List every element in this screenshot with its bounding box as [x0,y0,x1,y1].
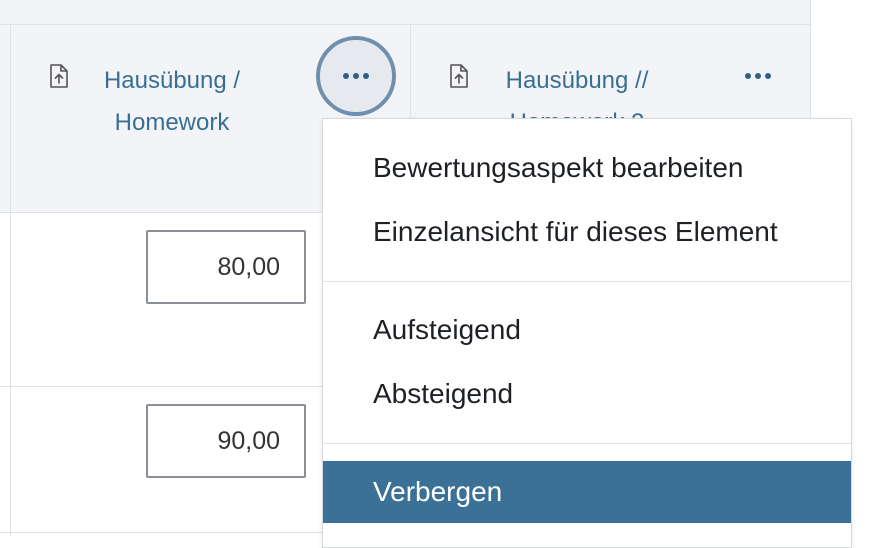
more-horizontal-icon [745,73,771,79]
menu-item-hide[interactable]: Verbergen [323,461,851,523]
column-header-homework: Hausübung / Homework [48,60,252,144]
column-actions-button-2[interactable] [733,56,783,96]
menu-divider [323,281,851,282]
column-title-line1: Hausübung / [103,67,241,94]
file-upload-icon [50,64,68,88]
grade-input[interactable] [146,404,306,478]
column-link-homework[interactable]: Hausübung / Homework [92,60,252,144]
divider [0,24,810,25]
menu-item-sort-ascending[interactable]: Aufsteigend [323,299,851,361]
menu-divider [323,443,851,444]
menu-item-single-view[interactable]: Einzelansicht für dieses Element [323,201,851,263]
column-title-line1: Hausübung // [505,67,649,94]
grade-input[interactable] [146,230,306,304]
file-upload-icon [450,64,468,88]
divider [10,24,11,536]
menu-item-sort-descending[interactable]: Absteigend [323,363,851,425]
column-title-line2: Homework [114,109,230,136]
more-horizontal-icon [343,73,369,79]
menu-item-edit-grade-item[interactable]: Bewertungsaspekt bearbeiten [323,137,851,199]
column-actions-button[interactable] [316,36,396,116]
column-actions-menu: Bewertungsaspekt bearbeiten Einzelansich… [322,118,852,548]
